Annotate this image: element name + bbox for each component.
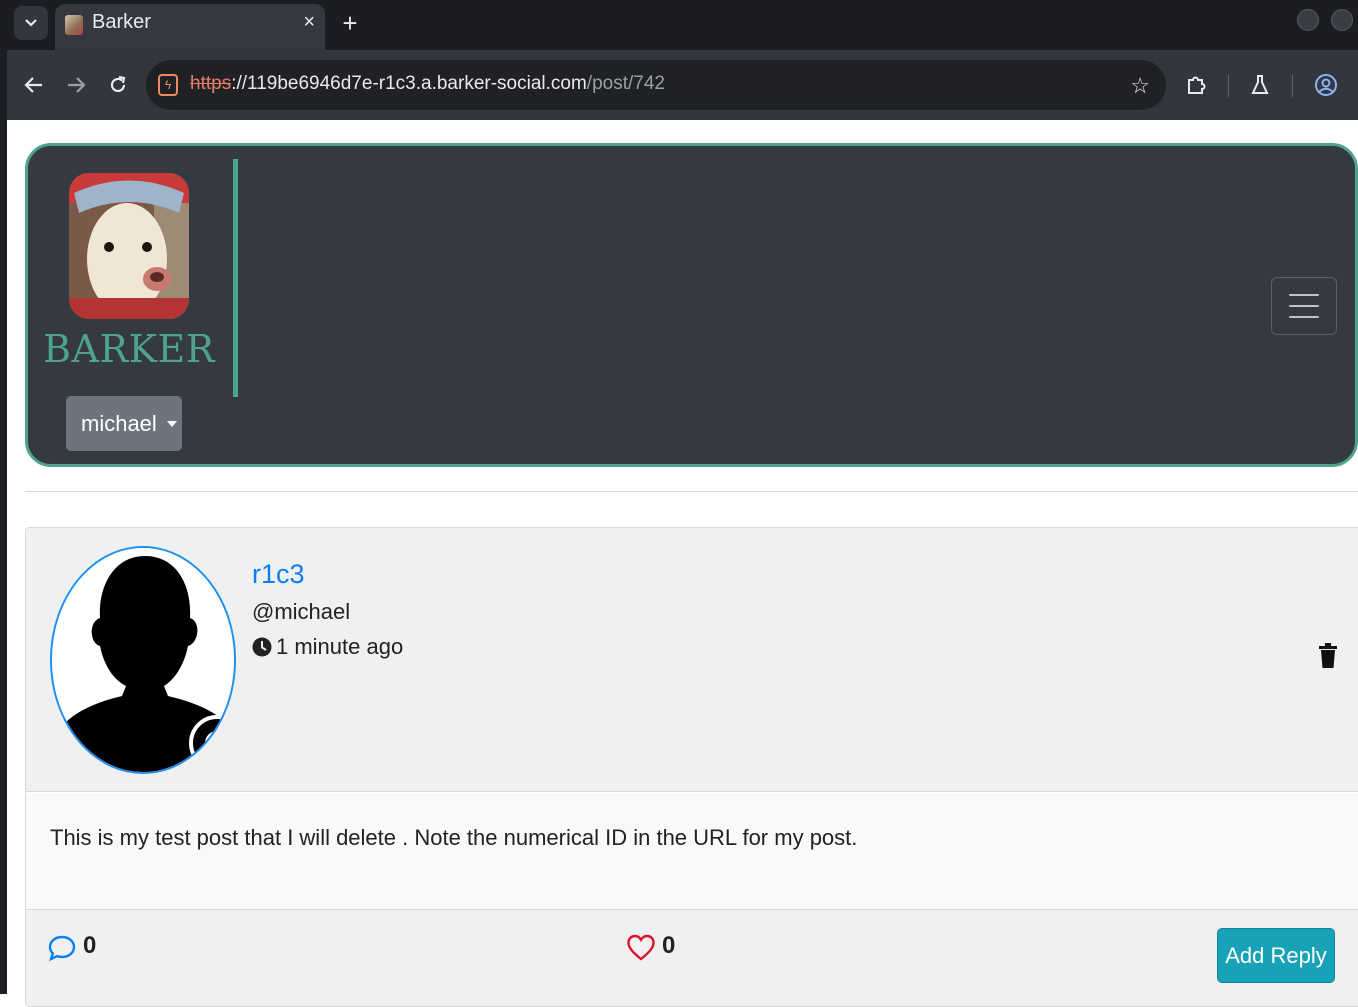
post-body: This is my test post that I will delete … (26, 793, 1358, 909)
tab-close-button[interactable]: × (303, 11, 315, 34)
author-avatar[interactable] (50, 546, 236, 774)
trash-icon (1319, 643, 1337, 668)
toolbar-separator (1228, 75, 1229, 97)
extensions-button[interactable] (1181, 68, 1211, 102)
like-count: 0 (662, 932, 676, 959)
post-card: r1c3 @michael 1 minute ago This is my te… (25, 527, 1358, 1007)
reload-button[interactable] (100, 67, 136, 103)
arrow-right-icon (68, 77, 86, 93)
navbar-toggle-button[interactable] (1271, 277, 1337, 335)
browser-toolbar: ϟ https://119be6946d7e-r1c3.a.barker-soc… (6, 50, 1358, 120)
user-menu-dropdown[interactable]: michael (66, 396, 182, 451)
not-secure-icon[interactable]: ϟ (158, 74, 178, 96)
post-footer: 0 0 Add Reply (26, 909, 1358, 1006)
barker-logo-image[interactable] (69, 173, 189, 319)
forward-button[interactable] (58, 67, 94, 103)
default-user-silhouette-icon (52, 548, 234, 772)
post-header: r1c3 @michael 1 minute ago (26, 528, 1358, 792)
tab-search-button[interactable] (14, 6, 48, 40)
brand-name[interactable]: BARKER (28, 327, 230, 371)
window-maximize-button[interactable] (1331, 9, 1353, 31)
hamburger-menu-icon (1289, 294, 1319, 296)
address-bar[interactable]: ϟ https://119be6946d7e-r1c3.a.barker-soc… (146, 60, 1166, 110)
horizontal-rule (25, 491, 1358, 492)
hamburger-menu-icon (1289, 305, 1319, 307)
flask-icon (1251, 75, 1269, 94)
caret-down-icon (166, 420, 177, 427)
dog-logo-icon (69, 173, 189, 319)
clock-icon (252, 637, 272, 657)
site-favicon-icon (65, 15, 83, 35)
profile-button[interactable] (1311, 68, 1341, 102)
site-navbar: BARKER michael (25, 143, 1358, 467)
hamburger-menu-icon (1289, 316, 1319, 318)
tab-title: Barker (92, 11, 151, 33)
author-display-name-link[interactable]: r1c3 (252, 559, 305, 590)
reply-count: 0 (83, 932, 97, 959)
comment-icon (48, 935, 76, 962)
user-menu-label: michael (81, 410, 157, 436)
bookmark-star-icon[interactable]: ☆ (1130, 73, 1150, 99)
reload-icon (110, 75, 126, 93)
reply-count-button[interactable] (48, 934, 76, 967)
like-button[interactable] (627, 934, 655, 966)
post-timestamp: 1 minute ago (276, 634, 404, 659)
post-text: This is my test post that I will delete … (50, 825, 858, 850)
profile-icon (1315, 74, 1337, 96)
window-minimize-button[interactable] (1297, 9, 1319, 31)
delete-post-button[interactable] (1318, 643, 1338, 669)
puzzle-icon (1188, 76, 1206, 94)
chevron-down-icon (25, 19, 37, 27)
post-timestamp-row: 1 minute ago (252, 634, 403, 660)
heart-icon (627, 934, 655, 961)
browser-tab[interactable]: Barker × (55, 4, 325, 50)
toolbar-separator (1292, 75, 1293, 97)
navbar-vertical-divider (233, 159, 238, 397)
arrow-left-icon (24, 77, 42, 93)
author-handle: @michael (252, 599, 351, 624)
back-button[interactable] (16, 67, 52, 103)
add-reply-button[interactable]: Add Reply (1217, 928, 1335, 983)
window-frame-edge (0, 50, 7, 994)
url-text[interactable]: https://119be6946d7e-r1c3.a.barker-socia… (190, 73, 665, 95)
browser-tab-bar: Barker × + (0, 0, 1358, 50)
new-tab-button[interactable]: + (338, 6, 362, 40)
labs-button[interactable] (1245, 68, 1275, 102)
